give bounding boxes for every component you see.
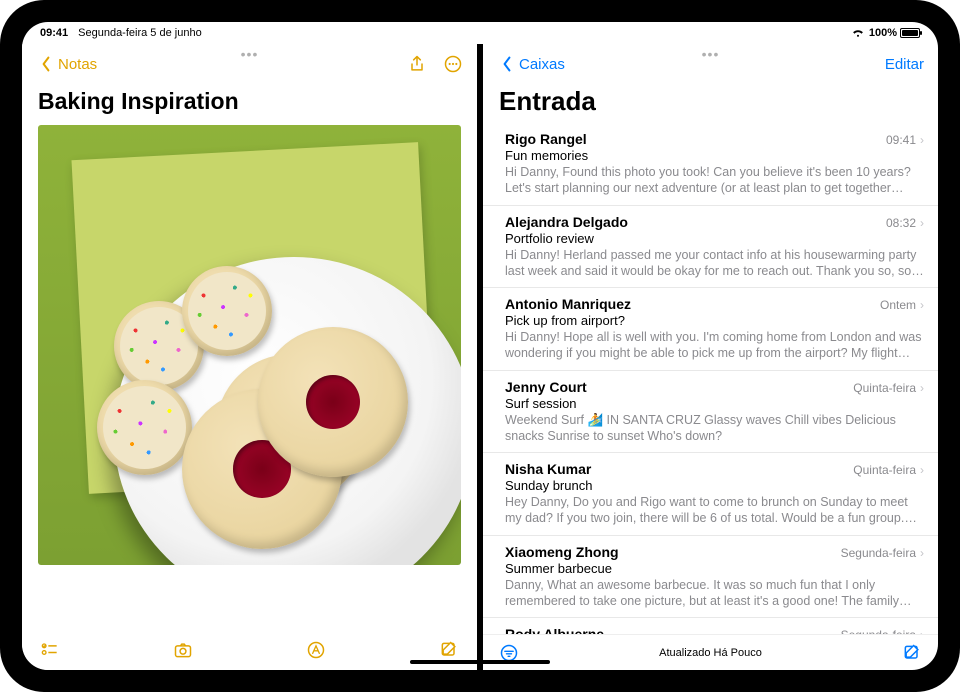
status-time: 09:41 [40, 27, 68, 39]
mail-subject: Pick up from airport? [505, 313, 924, 328]
status-date: Segunda-feira 5 de junho [78, 27, 202, 39]
mail-message[interactable]: Rody AlbuerneSegunda-feira›Baking worksh… [483, 618, 938, 634]
mail-subject: Surf session [505, 396, 924, 411]
notes-pane: ••• Notas [22, 44, 477, 670]
split-view: ••• Notas [22, 44, 938, 670]
compose-mail-icon[interactable] [902, 643, 922, 663]
mail-preview: Weekend Surf 🏄 IN SANTA CRUZ Glassy wave… [505, 412, 924, 445]
mail-time: Quinta-feira [853, 381, 916, 395]
home-indicator[interactable] [410, 660, 550, 664]
mail-time: 08:32 [886, 216, 916, 230]
mail-message[interactable]: Alejandra Delgado 08:32 ›Portfolio reviewH… [483, 206, 938, 289]
share-icon[interactable] [407, 54, 427, 74]
mail-sender: Alejandra Delgado [505, 214, 628, 230]
notes-toolbar [22, 630, 477, 670]
mail-time: 09:41 [886, 133, 916, 147]
notes-back-label: Notas [58, 56, 97, 73]
mail-sender: Xiaomeng Zhong [505, 544, 619, 560]
mail-back-label: Caixas [519, 56, 565, 73]
camera-icon[interactable] [173, 640, 193, 660]
mail-time: Segunda-feira [841, 628, 916, 634]
mail-subject: Sunday brunch [505, 478, 924, 493]
mail-message[interactable]: Xiaomeng Zhong Segunda-feira ›Summer barbe… [483, 536, 938, 619]
mail-time: Quinta-feira [853, 463, 916, 477]
mail-preview: Danny, What an awesome barbecue. It was … [505, 577, 924, 610]
chevron-right-icon: › [920, 463, 924, 477]
mail-message[interactable]: Nisha Kumar Quinta-feira ›Sunday brunchHey… [483, 453, 938, 536]
mail-subject: Portfolio review [505, 231, 924, 246]
mail-preview: Hi Danny! Hope all is well with you. I'm… [505, 329, 924, 362]
mail-edit-button[interactable]: Editar [885, 56, 924, 73]
compose-icon[interactable] [439, 640, 459, 660]
notes-back-button[interactable]: Notas [36, 54, 97, 74]
chevron-right-icon: › [920, 133, 924, 147]
mail-subject: Summer barbecue [505, 561, 924, 576]
chevron-left-icon [36, 54, 56, 74]
chevron-left-icon [497, 54, 517, 74]
status-bar: 09:41 Segunda-feira 5 de junho 100% [22, 22, 938, 44]
note-image[interactable] [38, 125, 461, 565]
wifi-icon [851, 28, 865, 38]
mail-list[interactable]: Rigo Rangel09:41›Fun memoriesHi Danny, F… [483, 123, 938, 634]
mail-pane: ••• Caixas Editar Entrada Rigo Rangel 09:… [483, 44, 938, 670]
mail-subject: Fun memories [505, 148, 924, 163]
mail-preview: Hi Danny, Found this photo you took! Can… [505, 164, 924, 197]
battery-indicator: 100% [869, 27, 920, 39]
checklist-icon[interactable] [40, 640, 60, 660]
note-title: Baking Inspiration [22, 84, 477, 125]
mail-preview: Hey Danny, Do you and Rigo want to come … [505, 494, 924, 527]
chevron-right-icon: › [920, 298, 924, 312]
more-icon[interactable] [443, 54, 463, 74]
screen: 09:41 Segunda-feira 5 de junho 100% ••• [22, 22, 938, 670]
mail-status: Atualizado Há Pouco [659, 647, 762, 659]
mail-message[interactable]: Rigo Rangel 09:41 ›Fun memoriesHi Danny, F… [483, 123, 938, 206]
multitask-handle-left[interactable]: ••• [241, 46, 259, 62]
mail-time: Ontem [880, 298, 916, 312]
mail-time: Segunda-feira [841, 546, 916, 560]
mail-message[interactable]: Antonio Manriquez Ontem ›Pick up from airp… [483, 288, 938, 371]
mail-sender: Antonio Manriquez [505, 296, 631, 312]
mail-message[interactable]: Jenny Court Quinta-feira ›Surf sessionWeek… [483, 371, 938, 454]
multitask-handle-right[interactable]: ••• [702, 46, 720, 62]
mail-sender: Jenny Court [505, 379, 587, 395]
chevron-right-icon: › [920, 381, 924, 395]
markup-icon[interactable] [306, 640, 326, 660]
mail-toolbar: Atualizado Há Pouco [483, 634, 938, 670]
mail-back-button[interactable]: Caixas [497, 54, 565, 74]
chevron-right-icon: › [920, 216, 924, 230]
battery-percent: 100% [869, 27, 897, 39]
chevron-right-icon: › [920, 628, 924, 634]
ipad-frame: 09:41 Segunda-feira 5 de junho 100% ••• [0, 0, 960, 692]
note-body[interactable] [22, 125, 477, 630]
mail-preview: Hi Danny! Herland passed me your contact… [505, 247, 924, 280]
mail-sender: Nisha Kumar [505, 461, 591, 477]
mail-sender: Rigo Rangel [505, 131, 587, 147]
chevron-right-icon: › [920, 546, 924, 560]
mailbox-title: Entrada [483, 84, 938, 123]
mail-sender: Rody Albuerne [505, 626, 604, 634]
